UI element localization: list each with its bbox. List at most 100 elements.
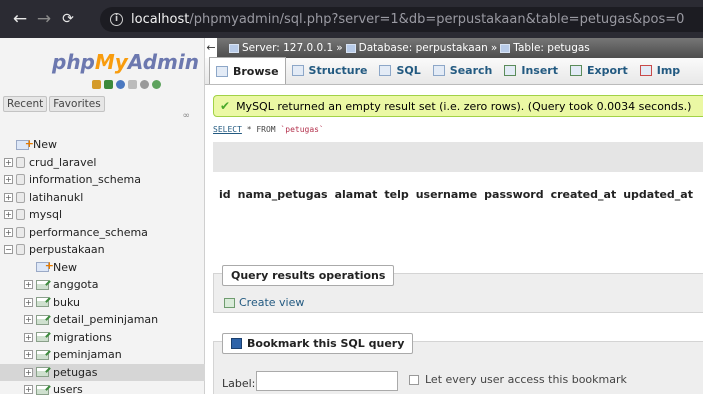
tree-item[interactable]: + users xyxy=(0,381,205,399)
favorites-button[interactable]: Favorites xyxy=(49,96,105,112)
create-view-label[interactable]: Create view xyxy=(239,296,304,309)
tree-item-label[interactable]: perpustakaan xyxy=(29,243,105,256)
sql-table: `petugas` xyxy=(280,125,324,134)
tree-item-label[interactable]: New xyxy=(53,261,77,274)
tree-item-label[interactable]: mysql xyxy=(29,208,62,221)
column-header[interactable]: telp xyxy=(384,188,408,201)
tab-export[interactable]: Export xyxy=(564,57,634,84)
tab-label: Structure xyxy=(308,64,368,77)
breadcrumb: Server: 127.0.0.1 » Database: perpustaka… xyxy=(217,42,590,54)
settings-icon[interactable] xyxy=(140,80,149,89)
tree-item-label[interactable]: petugas xyxy=(53,366,98,379)
back-icon[interactable]: ← xyxy=(8,0,32,38)
tab-imp[interactable]: Imp xyxy=(634,57,686,84)
tree-item-label[interactable]: detail_peminjaman xyxy=(53,313,158,326)
bookmark-share-option[interactable]: Let every user access this bookmark xyxy=(409,373,627,386)
tree-item-label[interactable]: information_schema xyxy=(29,173,141,186)
database-icon xyxy=(16,191,25,203)
expand-icon[interactable]: + xyxy=(24,350,33,360)
tree-item[interactable]: + performance_schema xyxy=(0,224,205,242)
expand-icon[interactable]: + xyxy=(24,315,33,325)
tree-item[interactable]: + peminjaman xyxy=(0,346,205,364)
expand-icon[interactable]: + xyxy=(4,157,13,167)
message-text: MySQL returned an empty result set (i.e.… xyxy=(236,99,692,113)
tree-item[interactable]: New xyxy=(0,136,205,154)
breadcrumb-database[interactable]: Database: perpustakaan xyxy=(359,42,488,54)
tree-item-label[interactable]: New xyxy=(33,138,57,151)
bookmark-share-checkbox[interactable] xyxy=(409,374,419,385)
collapse-arrow-icon[interactable]: ← xyxy=(205,38,217,58)
sql-keyword[interactable]: SELECT xyxy=(213,125,242,134)
bookmark-label-input[interactable] xyxy=(256,371,398,391)
tab-sql[interactable]: SQL xyxy=(373,57,426,84)
expand-icon[interactable]: + xyxy=(4,210,13,220)
tree-item[interactable]: New xyxy=(0,259,205,277)
create-view-icon xyxy=(224,297,235,308)
expand-icon[interactable]: + xyxy=(24,297,33,307)
tree-item-label[interactable]: buku xyxy=(53,296,80,309)
tab-browse[interactable]: Browse xyxy=(209,57,286,84)
column-header[interactable]: password xyxy=(484,188,543,201)
tree-item[interactable]: + petugas xyxy=(0,363,205,381)
table-icon xyxy=(36,297,49,308)
tree-item-label[interactable]: peminjaman xyxy=(53,348,122,361)
tab-structure[interactable]: Structure xyxy=(286,57,374,84)
column-header[interactable]: created_at xyxy=(551,188,617,201)
expand-icon[interactable]: + xyxy=(24,385,33,395)
expand-icon[interactable]: + xyxy=(24,367,33,377)
tree-item-label[interactable]: performance_schema xyxy=(29,226,148,239)
docs-icon[interactable] xyxy=(128,80,137,89)
reload-icon[interactable]: ⟳ xyxy=(56,0,80,38)
column-header[interactable]: updated_at xyxy=(623,188,693,201)
logout-icon[interactable] xyxy=(104,80,113,89)
expand-icon[interactable]: + xyxy=(4,192,13,202)
tree-item[interactable]: + detail_peminjaman xyxy=(0,311,205,329)
expand-icon[interactable]: + xyxy=(24,332,33,342)
structure-icon xyxy=(291,65,304,76)
column-header[interactable]: nama_petugas xyxy=(238,188,328,201)
column-header[interactable]: alamat xyxy=(335,188,378,201)
table-icon xyxy=(36,332,49,343)
tree-item-label[interactable]: anggota xyxy=(53,278,98,291)
tree-item-label[interactable]: latihanukl xyxy=(29,191,83,204)
tree-item[interactable]: + mysql xyxy=(0,206,205,224)
tree-item-label[interactable]: crud_laravel xyxy=(29,156,96,169)
check-icon: ✔ xyxy=(220,99,231,113)
tab-search[interactable]: Search xyxy=(427,57,499,84)
main-panel: ← Server: 127.0.0.1 » Database: perpusta… xyxy=(205,38,703,394)
bookmark-icon xyxy=(231,338,242,349)
tree-item[interactable]: + crud_laravel xyxy=(0,154,205,172)
link-icon[interactable]: ∞ xyxy=(183,111,191,121)
tree-item[interactable]: + latihanukl xyxy=(0,189,205,207)
tree-item[interactable]: + anggota xyxy=(0,276,205,294)
tree-item[interactable]: − perpustakaan xyxy=(0,241,205,259)
help-icon[interactable] xyxy=(116,80,125,89)
qro-legend: Query results operations xyxy=(222,265,395,286)
tree-item[interactable]: + information_schema xyxy=(0,171,205,189)
address-bar[interactable]: i localhost/phpmyadmin/sql.php?server=1&… xyxy=(100,7,703,32)
tree-item-label[interactable]: users xyxy=(53,383,83,396)
table-icon xyxy=(36,314,49,325)
expand-icon[interactable]: + xyxy=(24,280,33,290)
info-icon[interactable]: i xyxy=(110,13,123,26)
forward-icon[interactable]: → xyxy=(32,0,56,38)
browse-icon xyxy=(216,65,228,77)
create-view-link[interactable]: Create view xyxy=(224,296,304,309)
collapse-icon[interactable]: − xyxy=(4,245,13,255)
breadcrumb-table[interactable]: Table: petugas xyxy=(513,42,590,54)
expand-icon[interactable]: + xyxy=(4,175,13,185)
result-columns: id nama_petugas alamat telp username password… xyxy=(213,188,703,201)
tree-item[interactable]: + buku xyxy=(0,294,205,312)
column-header[interactable]: id xyxy=(219,188,231,201)
home-icon[interactable] xyxy=(92,80,101,89)
tree-item-label[interactable]: migrations xyxy=(53,331,112,344)
tab-insert[interactable]: Insert xyxy=(498,57,564,84)
expand-icon[interactable]: + xyxy=(4,227,13,237)
breadcrumb-server[interactable]: Server: 127.0.0.1 xyxy=(242,42,333,54)
tree-item[interactable]: + migrations xyxy=(0,329,205,347)
tab-label: Search xyxy=(449,64,493,77)
recent-button[interactable]: Recent xyxy=(3,96,48,112)
reload-nav-icon[interactable] xyxy=(152,80,161,89)
phpmyadmin-logo[interactable]: phpMyAdmin xyxy=(52,50,199,74)
column-header[interactable]: username xyxy=(416,188,477,201)
